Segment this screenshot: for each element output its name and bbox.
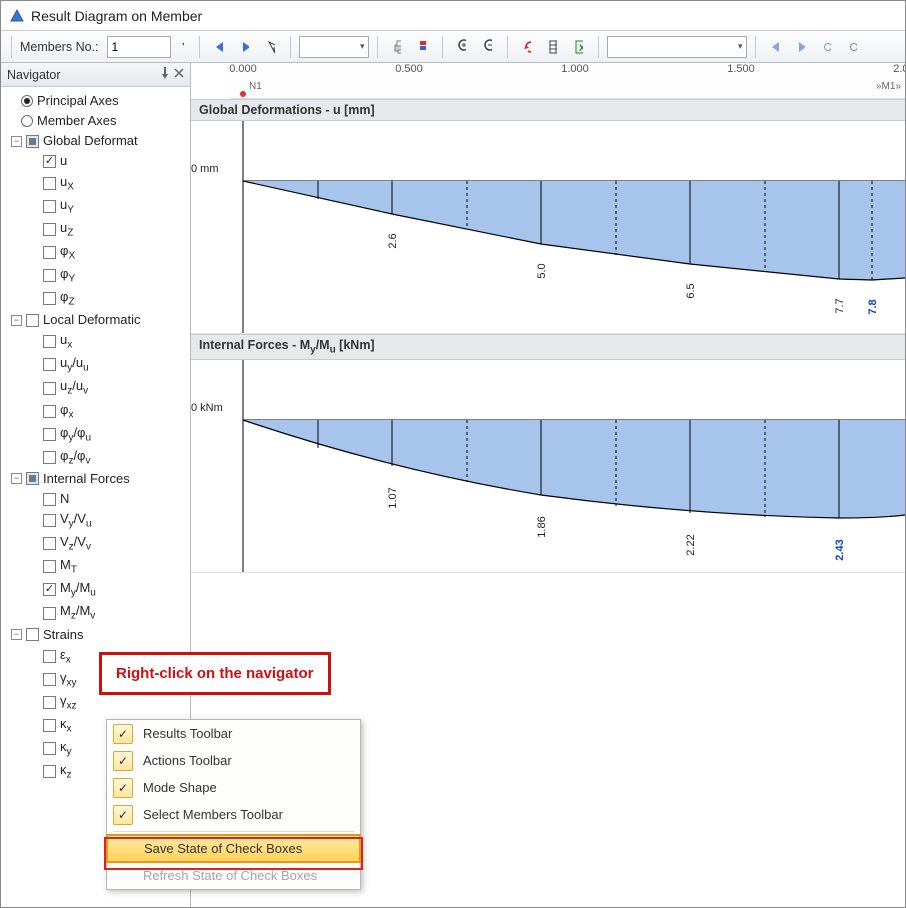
toolbar: Members No.: ▾: [1, 31, 905, 63]
cm-results-toolbar[interactable]: ✓Results Toolbar: [107, 720, 360, 747]
cm-mode-shape[interactable]: ✓Mode Shape: [107, 774, 360, 801]
zoom-out-icon[interactable]: [477, 36, 499, 58]
principal-axes-radio[interactable]: Principal Axes: [19, 91, 188, 111]
item-n[interactable]: N: [41, 489, 188, 509]
item-u[interactable]: u: [41, 151, 188, 171]
cm-actions-toolbar[interactable]: ✓Actions Toolbar: [107, 747, 360, 774]
table-icon[interactable]: [542, 36, 564, 58]
plot-title: Internal Forces - My/Mu [kNm]: [191, 334, 905, 360]
app-icon: [9, 8, 25, 24]
glasses-2-icon[interactable]: [842, 36, 864, 58]
next-view-icon[interactable]: [790, 36, 812, 58]
item-uy[interactable]: uY: [41, 195, 188, 218]
plot-global-deformations: Global Deformations - u [mm] 0 mm: [191, 99, 905, 334]
plot-area[interactable]: 0 mm: [191, 121, 905, 333]
item-phiy[interactable]: φY: [41, 264, 188, 287]
result-diagram-window: Result Diagram on Member Members No.: ▾: [0, 0, 906, 908]
item-mt[interactable]: MT: [41, 555, 188, 578]
next-arrow-icon[interactable]: [234, 36, 256, 58]
ruler-tick: 0.500: [395, 63, 423, 75]
ruler-tick: 1.000: [561, 63, 589, 75]
item-phix2[interactable]: φx: [41, 400, 188, 423]
ruler-tick: 2.000: [893, 63, 905, 75]
strains-group[interactable]: −Strains: [9, 625, 188, 645]
node-m1-label: »M1»: [876, 81, 901, 92]
item-ux[interactable]: uX: [41, 172, 188, 195]
navigator-header: Navigator: [1, 63, 190, 87]
ruler: 0.000 0.500 1.000 1.500 2.000 N1 »M1»: [231, 63, 905, 99]
close-panel-icon[interactable]: [174, 67, 184, 82]
navigator-title: Navigator: [7, 68, 61, 82]
members-no-dropdown[interactable]: [175, 36, 191, 58]
item-vzvv[interactable]: Vz/Vv: [41, 532, 188, 555]
print-icon[interactable]: [386, 36, 408, 58]
value-label: 7.7: [834, 298, 846, 313]
value-label: 6.5: [685, 283, 697, 298]
plot-internal-forces: Internal Forces - My/Mu [kNm] 0 kNm: [191, 334, 905, 573]
members-no-label: Members No.:: [20, 40, 99, 54]
item-uz[interactable]: uZ: [41, 218, 188, 241]
loadcase-dropdown[interactable]: ▾: [299, 36, 369, 58]
value-label: 2.22: [685, 534, 697, 555]
window-title: Result Diagram on Member: [31, 8, 202, 24]
item-phizphiv[interactable]: φz/φv: [41, 446, 188, 469]
global-deformations-group[interactable]: −Global Deformat: [9, 131, 188, 151]
excel-icon[interactable]: X: [568, 36, 590, 58]
flag-icon[interactable]: [412, 36, 434, 58]
cm-separator: [113, 831, 354, 832]
node-n1-label: N1: [249, 81, 262, 92]
item-mymu[interactable]: My/Mu: [41, 578, 188, 601]
item-vyvu[interactable]: Vy/Vu: [41, 509, 188, 532]
plot-area[interactable]: 0 kNm 1.07: [191, 360, 905, 572]
prev-arrow-icon[interactable]: [208, 36, 230, 58]
member-axes-radio[interactable]: Member Axes: [19, 111, 188, 131]
local-deformations-group[interactable]: −Local Deformatic: [9, 310, 188, 330]
glasses-icon[interactable]: [816, 36, 838, 58]
plot-title: Global Deformations - u [mm]: [191, 99, 905, 121]
prev-view-icon[interactable]: [764, 36, 786, 58]
value-label: 1.86: [536, 516, 548, 537]
members-no-input[interactable]: [107, 36, 171, 58]
value-label-max: 2.43: [834, 539, 846, 560]
cm-refresh-state: Refresh State of Check Boxes: [107, 862, 360, 889]
svg-text:X: X: [578, 43, 582, 53]
value-label-max: 7.8: [867, 299, 879, 314]
item-phiyphiu[interactable]: φy/φu: [41, 423, 188, 446]
pick-member-icon[interactable]: [260, 36, 282, 58]
item-phiz[interactable]: φZ: [41, 287, 188, 310]
item-phix[interactable]: φX: [41, 241, 188, 264]
internal-forces-group[interactable]: −Internal Forces: [9, 469, 188, 489]
value-label: 2.6: [387, 233, 399, 248]
ruler-tick: 1.500: [727, 63, 755, 75]
node-marker: [240, 91, 246, 97]
refresh-icon[interactable]: [516, 36, 538, 58]
item-ux2[interactable]: ux: [41, 330, 188, 353]
ruler-tick: 0.000: [229, 63, 257, 75]
zoom-in-icon[interactable]: [451, 36, 473, 58]
cm-save-state[interactable]: Save State of Check Boxes: [106, 834, 361, 863]
view-dropdown[interactable]: ▾: [607, 36, 747, 58]
value-label: 1.07: [387, 487, 399, 508]
value-label: 5.0: [536, 263, 548, 278]
context-menu: ✓Results Toolbar ✓Actions Toolbar ✓Mode …: [106, 719, 361, 890]
titlebar: Result Diagram on Member: [1, 1, 905, 31]
annotation-callout: Right-click on the navigator: [99, 652, 331, 695]
item-mzmv[interactable]: Mz/Mv: [41, 601, 188, 624]
item-uyuu[interactable]: uy/uu: [41, 353, 188, 376]
item-uzuv[interactable]: uz/uv: [41, 376, 188, 399]
cm-select-members-toolbar[interactable]: ✓Select Members Toolbar: [107, 801, 360, 828]
pin-icon[interactable]: [160, 67, 170, 82]
